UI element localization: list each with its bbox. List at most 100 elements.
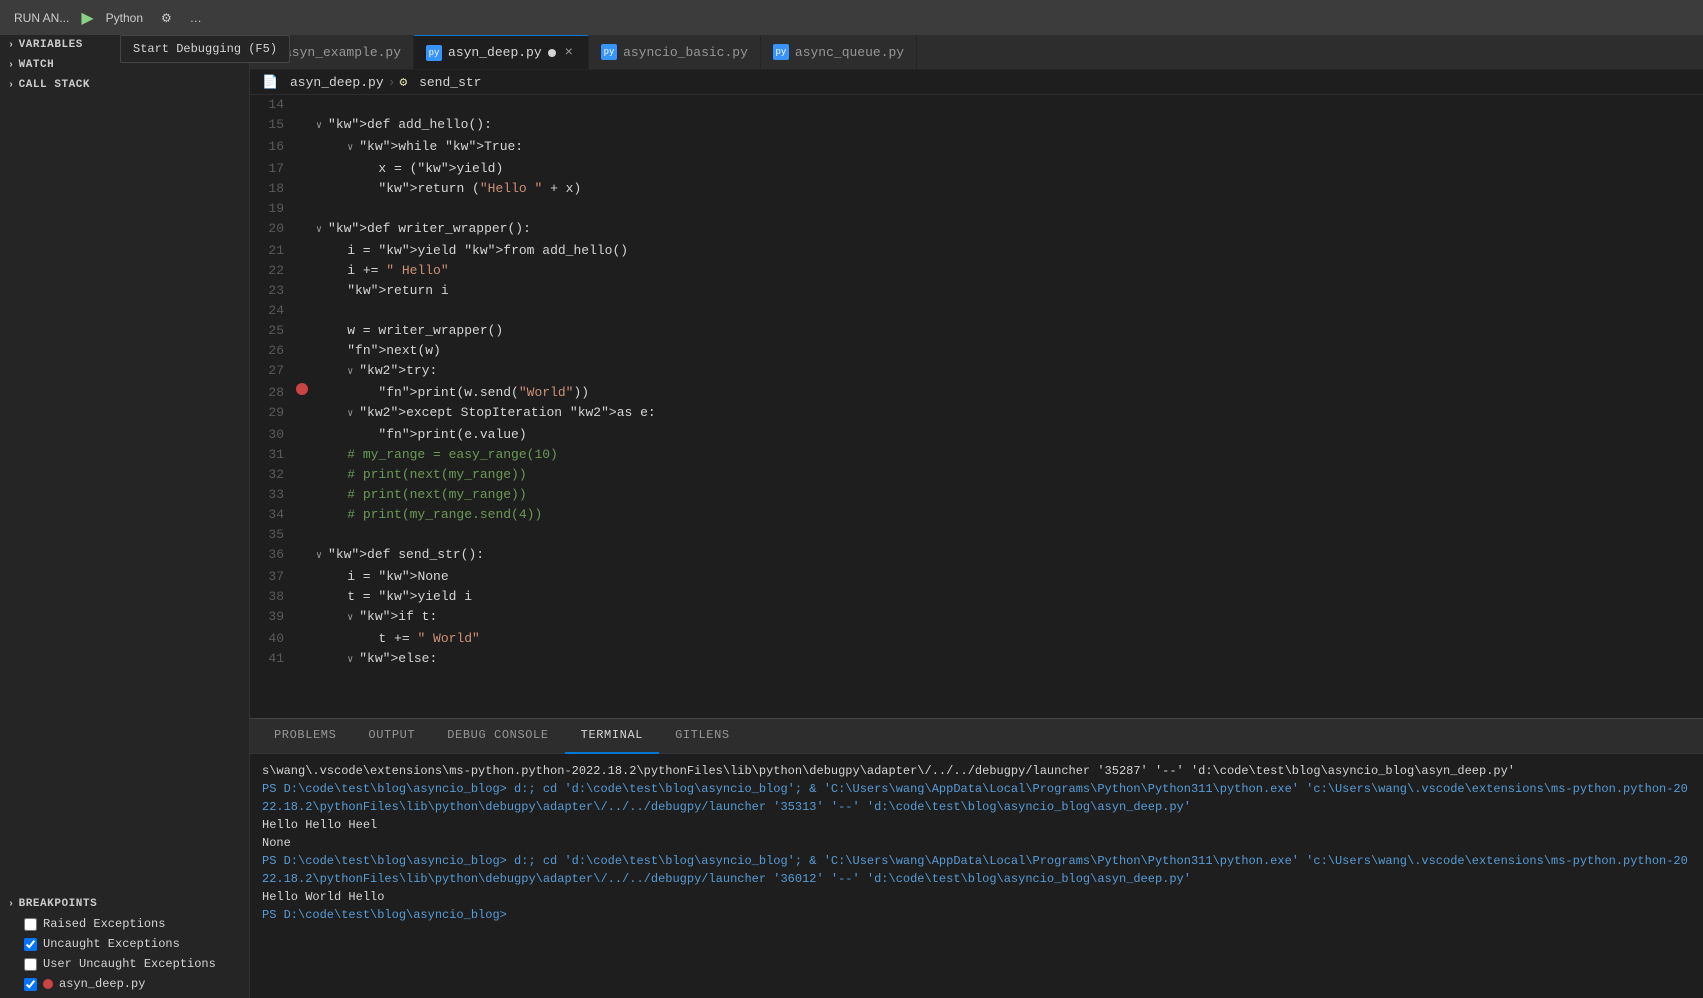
bp-file-dot-0 <box>43 979 53 989</box>
panel-tab-terminal[interactable]: TERMINAL <box>565 719 659 754</box>
code-line-35[interactable]: 35 <box>250 525 1703 545</box>
breakpoint-file-0: asyn_deep.py <box>0 974 249 994</box>
breakpoint-label-0: Raised Exceptions <box>43 917 165 931</box>
code-line-34[interactable]: 34 # print(my_range.send(4)) <box>250 505 1703 525</box>
code-content-29: ∨ "kw2">except StopIteration "kw2">as e: <box>312 403 1703 425</box>
code-line-37[interactable]: 37 i = "kw">None <box>250 567 1703 587</box>
line-number-24: 24 <box>250 301 292 321</box>
panel-tab-debug-console[interactable]: DEBUG CONSOLE <box>431 719 564 754</box>
tab-tab4[interactable]: pyasync_queue.py <box>761 35 917 69</box>
code-line-17[interactable]: 17 x = ("kw">yield) <box>250 159 1703 179</box>
breakpoints-section: › BREAKPOINTS Raised ExceptionsUncaught … <box>0 894 249 998</box>
fold-arrow-16[interactable]: ∨ <box>347 143 359 154</box>
line-number-16: 16 <box>250 137 292 157</box>
code-content-38: t = "kw">yield i <box>312 587 1703 607</box>
python-selector[interactable]: Python <box>100 8 149 28</box>
code-line-25[interactable]: 25 w = writer_wrapper() <box>250 321 1703 341</box>
code-editor: 1415∨ "kw">def add_hello():16 ∨ "kw">whi… <box>250 95 1703 718</box>
terminal-line-3: None <box>262 834 1691 852</box>
code-line-39[interactable]: 39 ∨ "kw">if t: <box>250 607 1703 629</box>
code-line-30[interactable]: 30 "fn">print(e.value) <box>250 425 1703 445</box>
more-button[interactable]: … <box>184 8 208 28</box>
code-line-21[interactable]: 21 i = "kw">yield "kw">from add_hello() <box>250 241 1703 261</box>
fold-arrow-36[interactable]: ∨ <box>316 551 328 562</box>
code-line-38[interactable]: 38 t = "kw">yield i <box>250 587 1703 607</box>
panel-tab-problems[interactable]: PROBLEMS <box>258 719 352 754</box>
line-number-30: 30 <box>250 425 292 445</box>
breakpoints-header[interactable]: › BREAKPOINTS <box>0 894 249 914</box>
code-line-26[interactable]: 26 "fn">next(w) <box>250 341 1703 361</box>
code-line-15[interactable]: 15∨ "kw">def add_hello(): <box>250 115 1703 137</box>
fold-arrow-39[interactable]: ∨ <box>347 613 359 624</box>
panel-tabs: PROBLEMSOUTPUTDEBUG CONSOLETERMINALGITLE… <box>250 719 1703 754</box>
tab-tab3[interactable]: pyasyncio_basic.py <box>589 35 761 69</box>
line-number-27: 27 <box>250 361 292 381</box>
code-line-36[interactable]: 36∨ "kw">def send_str(): <box>250 545 1703 567</box>
code-content-31: # my_range = easy_range(10) <box>312 445 1703 465</box>
code-line-40[interactable]: 40 t += " World" <box>250 629 1703 649</box>
fold-arrow-27[interactable]: ∨ <box>347 367 359 378</box>
call-stack-header[interactable]: › CALL STACK <box>0 75 249 95</box>
breakpoints-list: Raised ExceptionsUncaught ExceptionsUser… <box>0 914 249 974</box>
tab-close-tab2[interactable]: × <box>562 45 576 61</box>
line-number-17: 17 <box>250 159 292 179</box>
line-number-21: 21 <box>250 241 292 261</box>
code-line-23[interactable]: 23 "kw">return i <box>250 281 1703 301</box>
breadcrumb-file-icon: 📄 <box>262 75 278 90</box>
fold-arrow-20[interactable]: ∨ <box>316 225 328 236</box>
code-content-34: # print(my_range.send(4)) <box>312 505 1703 525</box>
tab-tab2[interactable]: py asyn_deep.py × <box>414 35 589 69</box>
panel-tab-output[interactable]: OUTPUT <box>352 719 431 754</box>
code-line-14[interactable]: 14 <box>250 95 1703 115</box>
code-line-27[interactable]: 27 ∨ "kw2">try: <box>250 361 1703 383</box>
debug-play-button[interactable]: ▶ <box>81 8 93 28</box>
breakpoint-checkbox-0[interactable] <box>24 918 37 931</box>
tab-label-tab2: asyn_deep.py <box>448 45 542 60</box>
code-line-33[interactable]: 33 # print(next(my_range)) <box>250 485 1703 505</box>
line-number-33: 33 <box>250 485 292 505</box>
code-content-32: # print(next(my_range)) <box>312 465 1703 485</box>
breakpoint-checkbox-2[interactable] <box>24 958 37 971</box>
breakpoint-file-checkbox-0[interactable] <box>24 978 37 991</box>
line-number-25: 25 <box>250 321 292 341</box>
gear-button[interactable]: ⚙ <box>155 8 178 28</box>
breakpoint-checkbox-1[interactable] <box>24 938 37 951</box>
code-line-31[interactable]: 31 # my_range = easy_range(10) <box>250 445 1703 465</box>
line-number-41: 41 <box>250 649 292 669</box>
line-number-15: 15 <box>250 115 292 135</box>
line-number-31: 31 <box>250 445 292 465</box>
code-content-21: i = "kw">yield "kw">from add_hello() <box>312 241 1703 261</box>
breakpoints-label: BREAKPOINTS <box>19 898 98 910</box>
tab-icon-tab4: py <box>773 44 789 60</box>
terminal-line-5: Hello World Hello <box>262 888 1691 906</box>
breakpoint-files-list: asyn_deep.py <box>0 974 249 994</box>
code-line-24[interactable]: 24 <box>250 301 1703 321</box>
breakpoint-item-2: User Uncaught Exceptions <box>0 954 249 974</box>
run-button[interactable]: RUN AN... <box>8 8 75 28</box>
code-line-20[interactable]: 20∨ "kw">def writer_wrapper(): <box>250 219 1703 241</box>
code-content-16: ∨ "kw">while "kw">True: <box>312 137 1703 159</box>
breadcrumb-file[interactable]: 📄 asyn_deep.py <box>262 75 384 90</box>
main-layout: › VARIABLES › WATCH › CALL STACK › BREAK… <box>0 35 1703 998</box>
code-content-28: "fn">print(w.send("World")) <box>312 383 1703 403</box>
code-line-22[interactable]: 22 i += " Hello" <box>250 261 1703 281</box>
terminal-line-1: PS D:\code\test\blog\asyncio_blog> d:; c… <box>262 780 1691 816</box>
terminal-line-2: Hello Hello Heel <box>262 816 1691 834</box>
variables-label: VARIABLES <box>19 39 83 51</box>
fold-arrow-29[interactable]: ∨ <box>347 409 359 420</box>
panel-tab-gitlens[interactable]: GITLENS <box>659 719 746 754</box>
fold-arrow-41[interactable]: ∨ <box>347 655 359 666</box>
call-stack-chevron: › <box>8 80 15 91</box>
code-line-28[interactable]: 28 "fn">print(w.send("World")) <box>250 383 1703 403</box>
code-line-41[interactable]: 41 ∨ "kw">else: <box>250 649 1703 671</box>
tab-icon-tab2: py <box>426 45 442 61</box>
code-line-16[interactable]: 16 ∨ "kw">while "kw">True: <box>250 137 1703 159</box>
code-line-19[interactable]: 19 <box>250 199 1703 219</box>
fold-arrow-15[interactable]: ∨ <box>316 121 328 132</box>
code-line-32[interactable]: 32 # print(next(my_range)) <box>250 465 1703 485</box>
breadcrumb-symbol[interactable]: ⚙ send_str <box>399 75 481 90</box>
code-line-29[interactable]: 29 ∨ "kw2">except StopIteration "kw2">as… <box>250 403 1703 425</box>
toolbar: RUN AN... ▶ Python ⚙ … Start Debugging (… <box>0 0 1703 35</box>
line-number-18: 18 <box>250 179 292 199</box>
code-line-18[interactable]: 18 "kw">return ("Hello " + x) <box>250 179 1703 199</box>
